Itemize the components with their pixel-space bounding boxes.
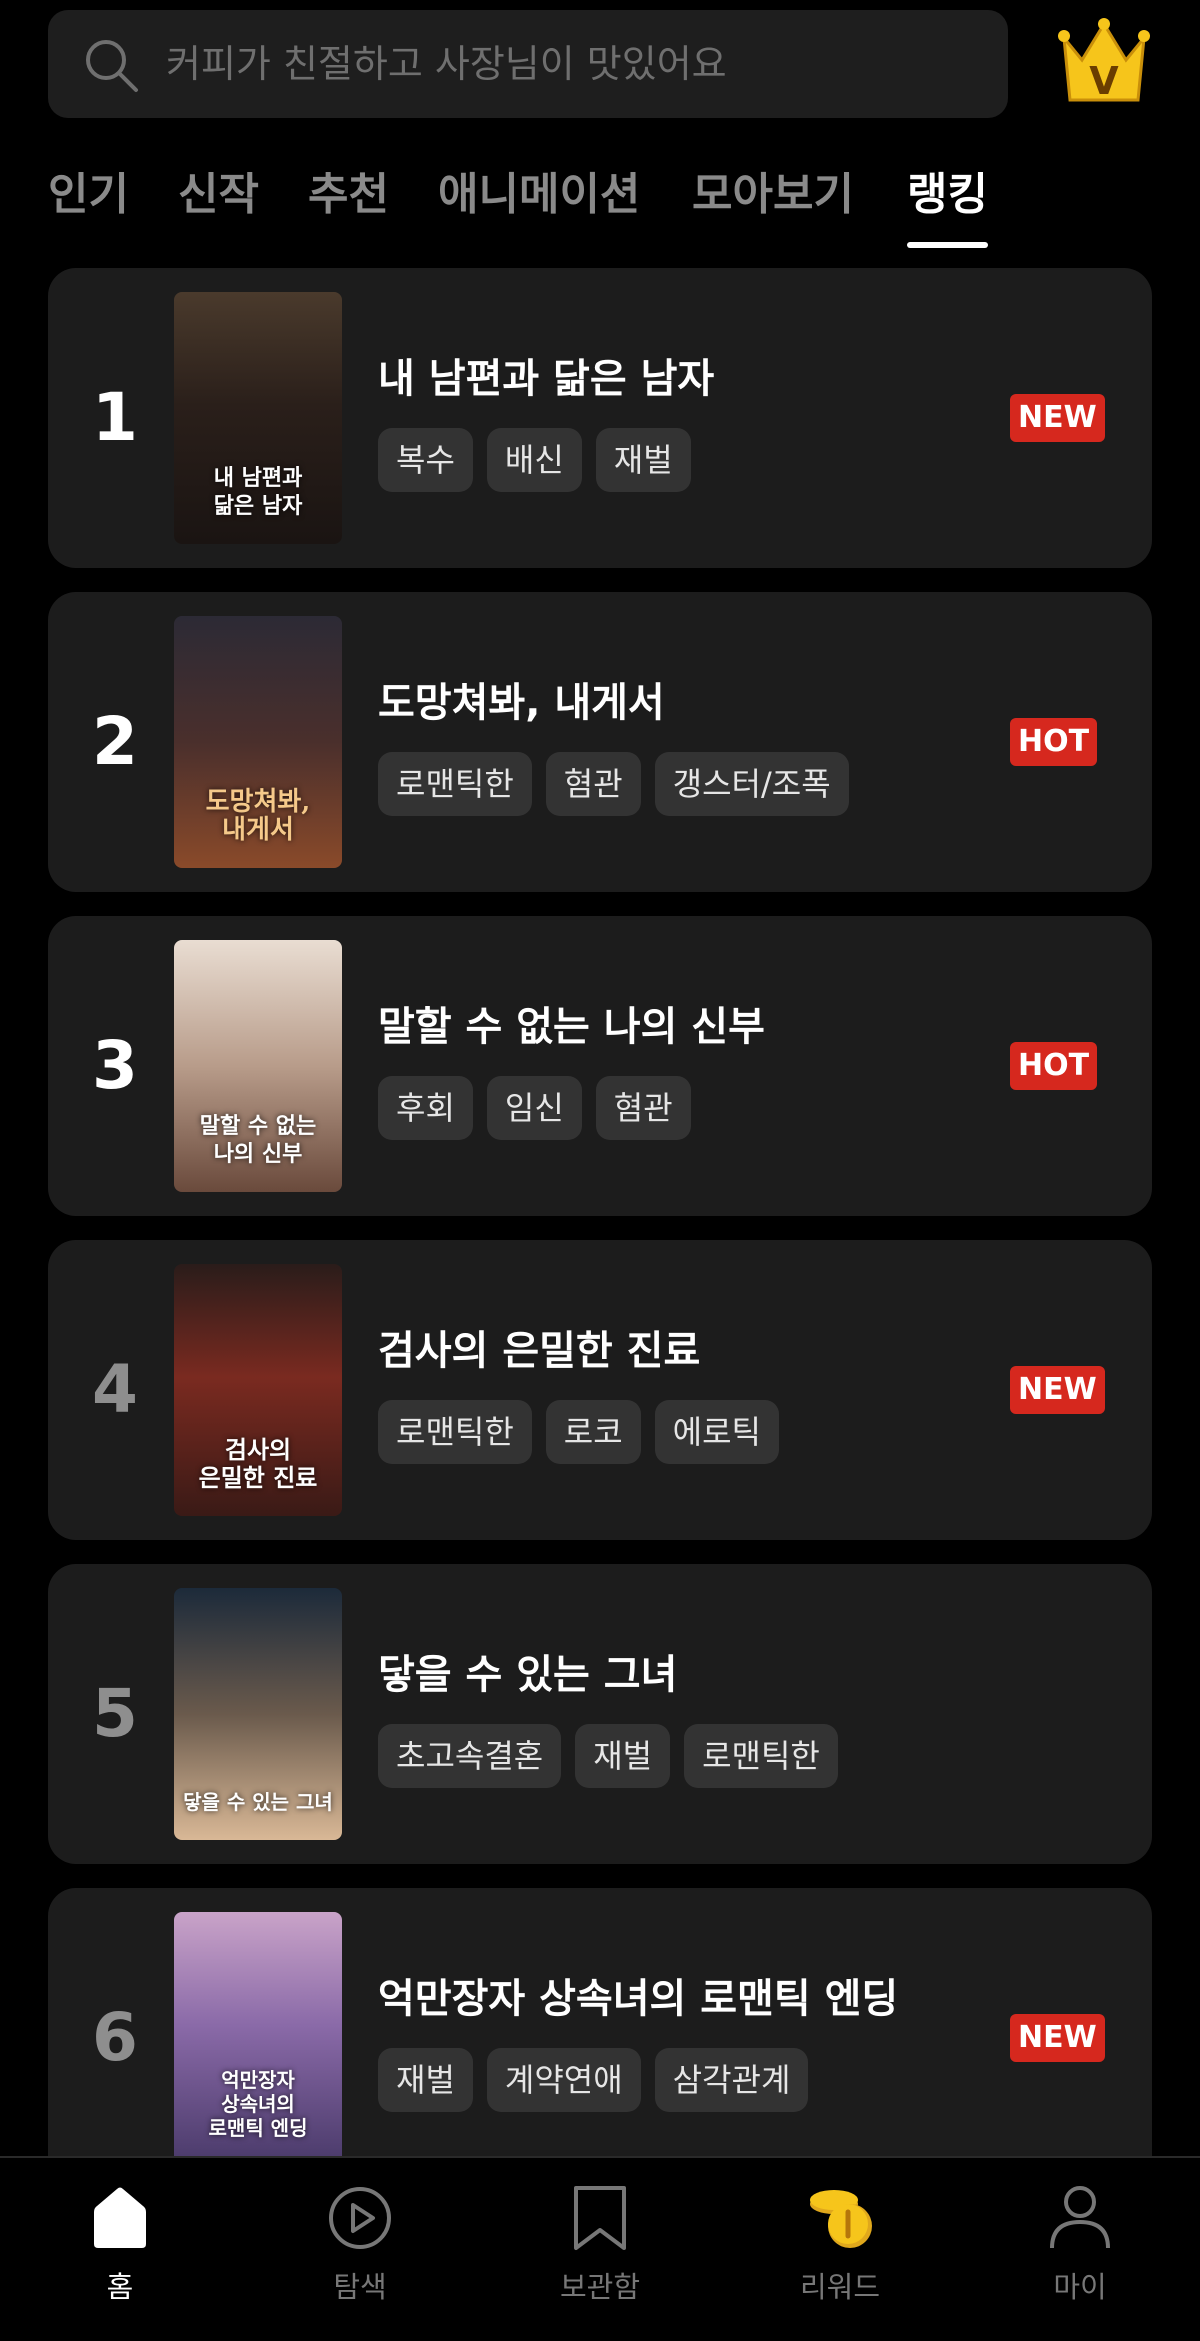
genre-tag[interactable]: 혐관 [545, 752, 641, 816]
tag-list: 로맨틱한 혐관 갱스터/조폭 [378, 752, 863, 816]
tab-animation[interactable]: 애니메이션 [438, 160, 640, 230]
genre-tag[interactable]: 계약연애 [486, 2048, 641, 2112]
crown-letter: V [1089, 59, 1119, 103]
status-badge: NEW [1010, 394, 1105, 442]
genre-tag[interactable]: 갱스터/조폭 [654, 752, 849, 816]
tag-list: 복수 배신 재벌 [378, 428, 705, 492]
cover-title: 내 남편과 닮은 남자 [213, 465, 303, 519]
status-badge: NEW [1010, 1366, 1105, 1414]
cover-image: 검사의 은밀한 진료 [174, 1264, 342, 1516]
ranking-item[interactable]: 6 억만장자 상속녀의 로맨틱 엔딩 억만장자 상속녀의 로맨틱 엔딩 재벌 계약연… [48, 1888, 1152, 2188]
search-bar[interactable]: 커피가 친절하고 사장님이 맛있어요 [48, 10, 1008, 118]
nav-home[interactable]: 홈 [0, 2158, 240, 2341]
vip-crown-icon[interactable]: V [1056, 18, 1152, 106]
status-badge: HOT [1010, 1042, 1098, 1090]
cover-image: 말할 수 없는 나의 신부 [174, 940, 342, 1192]
genre-tag[interactable]: 혐관 [595, 1076, 691, 1140]
series-title: 억만장자 상속녀의 로맨틱 엔딩 [378, 1976, 899, 2022]
genre-tag[interactable]: 로맨틱한 [378, 1400, 532, 1464]
search-icon [86, 40, 138, 92]
bookmark-icon [574, 2186, 626, 2250]
tab-new[interactable]: 신작 [178, 160, 259, 230]
series-title: 말할 수 없는 나의 신부 [378, 1004, 765, 1050]
cover-image: 내 남편과 닮은 남자 [174, 292, 342, 544]
tag-list: 로맨틱한 로코 에로틱 [378, 1400, 793, 1464]
cover-title: 검사의 은밀한 진료 [198, 1435, 318, 1492]
genre-tag[interactable]: 후회 [378, 1076, 473, 1140]
home-icon [94, 2187, 146, 2248]
genre-tag[interactable]: 복수 [378, 428, 473, 492]
genre-tag[interactable]: 재벌 [378, 2048, 473, 2112]
person-icon [1050, 2186, 1110, 2249]
nav-explore[interactable]: 탐색 [240, 2158, 480, 2341]
ranking-item[interactable]: 1 내 남편과 닮은 남자 내 남편과 닮은 남자 복수 배신 재벌 NEW [48, 268, 1152, 568]
genre-tag[interactable]: 삼각관계 [654, 2048, 809, 2112]
nav-label: 홈 [106, 2270, 134, 2304]
genre-tag[interactable]: 초고속결혼 [378, 1724, 562, 1788]
genre-tag[interactable]: 재벌 [595, 428, 691, 492]
ranking-item[interactable]: 2 도망쳐봐, 내게서 도망쳐봐, 내게서 로맨틱한 혐관 갱스터/조폭 HOT [48, 592, 1152, 892]
nav-rewards[interactable]: 리워드 [720, 2158, 960, 2341]
series-title: 도망쳐봐, 내게서 [378, 680, 665, 726]
nav-label: 탐색 [333, 2270, 387, 2304]
nav-label: 보관함 [559, 2270, 641, 2304]
nav-label: 마이 [1053, 2270, 1107, 2304]
cover-image: 도망쳐봐, 내게서 [174, 616, 342, 868]
nav-label: 리워드 [799, 2270, 881, 2304]
cover-image: 닿을 수 있는 그녀 [174, 1588, 342, 1840]
coins-icon [810, 2190, 872, 2248]
ranking-item[interactable]: 5 닿을 수 있는 그녀 닿을 수 있는 그녀 초고속결혼 재벌 로맨틱한 [48, 1564, 1152, 1864]
genre-tag[interactable]: 로코 [545, 1400, 641, 1464]
series-title: 내 남편과 닮은 남자 [378, 356, 715, 402]
series-title: 검사의 은밀한 진료 [378, 1328, 701, 1374]
tag-list: 재벌 계약연애 삼각관계 [378, 2048, 822, 2112]
tab-collections[interactable]: 모아보기 [692, 160, 854, 230]
cover-title: 도망쳐봐, 내게서 [205, 787, 311, 845]
genre-tag[interactable]: 로맨틱한 [684, 1724, 838, 1788]
cover-title: 억만장자 상속녀의 로맨틱 엔딩 [208, 2068, 308, 2140]
tag-list: 초고속결혼 재벌 로맨틱한 [378, 1724, 852, 1788]
genre-tag[interactable]: 로맨틱한 [378, 752, 532, 816]
tab-ranking[interactable]: 랭킹 [907, 160, 988, 248]
genre-tag[interactable]: 임신 [486, 1076, 582, 1140]
cover-title: 말할 수 없는 나의 신부 [199, 1113, 317, 1167]
status-badge: HOT [1010, 718, 1098, 766]
series-title: 닿을 수 있는 그녀 [378, 1652, 678, 1698]
tab-popular[interactable]: 인기 [48, 160, 129, 230]
ranking-item[interactable]: 3 말할 수 없는 나의 신부 말할 수 없는 나의 신부 후회 임신 혐관 HO… [48, 916, 1152, 1216]
nav-my[interactable]: 마이 [960, 2158, 1200, 2341]
play-circle-icon [329, 2187, 391, 2249]
genre-tag[interactable]: 배신 [486, 428, 582, 492]
search-placeholder: 커피가 친절하고 사장님이 맛있어요 [166, 42, 727, 86]
nav-library[interactable]: 보관함 [480, 2158, 720, 2341]
cover-title: 닿을 수 있는 그녀 [183, 1790, 333, 1814]
genre-tag[interactable]: 에로틱 [654, 1400, 779, 1464]
tab-recommended[interactable]: 추천 [308, 160, 389, 230]
ranking-item[interactable]: 4 검사의 은밀한 진료 검사의 은밀한 진료 로맨틱한 로코 에로틱 NEW [48, 1240, 1152, 1540]
bottom-navigation: 홈 탐색 보관함 리워드 마이 [0, 2156, 1200, 2341]
tag-list: 후회 임신 혐관 [378, 1076, 705, 1140]
status-badge: NEW [1010, 2014, 1105, 2062]
genre-tag[interactable]: 재벌 [575, 1724, 671, 1788]
cover-image: 억만장자 상속녀의 로맨틱 엔딩 [174, 1912, 342, 2164]
